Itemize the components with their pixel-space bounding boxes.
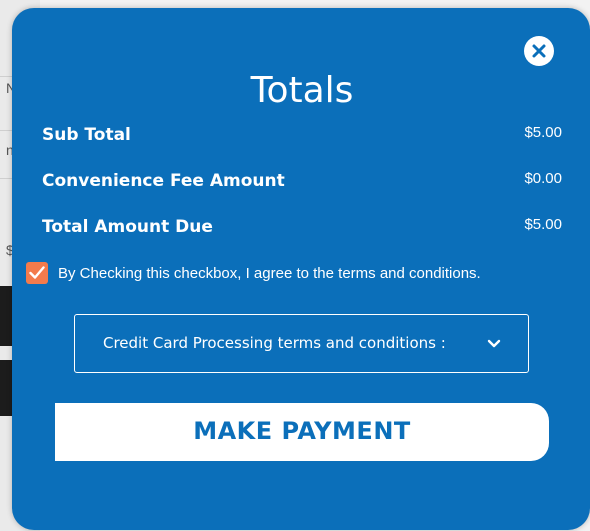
totals-modal: Totals Sub Total $5.00 Convenience Fee A… (12, 8, 590, 530)
close-button[interactable] (524, 36, 554, 66)
total-amount-due-label: Total Amount Due (42, 217, 213, 237)
make-payment-button[interactable]: MAKE PAYMENT (55, 403, 549, 461)
total-amount-due-row: Total Amount Due $5.00 (42, 216, 562, 241)
make-payment-label: MAKE PAYMENT (193, 417, 411, 445)
convenience-fee-value: $0.00 (524, 170, 562, 187)
page: N n $ Totals Sub Total $5.00 Convenience… (0, 0, 590, 531)
credit-card-terms-dropdown[interactable]: Credit Card Processing terms and conditi… (74, 314, 529, 373)
terms-checkbox-label: By Checking this checkbox, I agree to th… (58, 265, 481, 282)
sub-total-label: Sub Total (42, 125, 131, 145)
chevron-down-icon (487, 339, 501, 348)
sub-total-value: $5.00 (524, 124, 562, 141)
terms-checkbox[interactable] (26, 262, 48, 284)
convenience-fee-row: Convenience Fee Amount $0.00 (42, 170, 562, 195)
sub-total-row: Sub Total $5.00 (42, 124, 562, 149)
modal-title: Totals (250, 70, 354, 111)
terms-agreement: By Checking this checkbox, I agree to th… (26, 261, 566, 285)
total-amount-due-value: $5.00 (524, 216, 562, 233)
convenience-fee-label: Convenience Fee Amount (42, 171, 285, 191)
credit-card-terms-label: Credit Card Processing terms and conditi… (103, 334, 446, 352)
close-icon (532, 44, 546, 58)
checkmark-icon (29, 266, 45, 279)
